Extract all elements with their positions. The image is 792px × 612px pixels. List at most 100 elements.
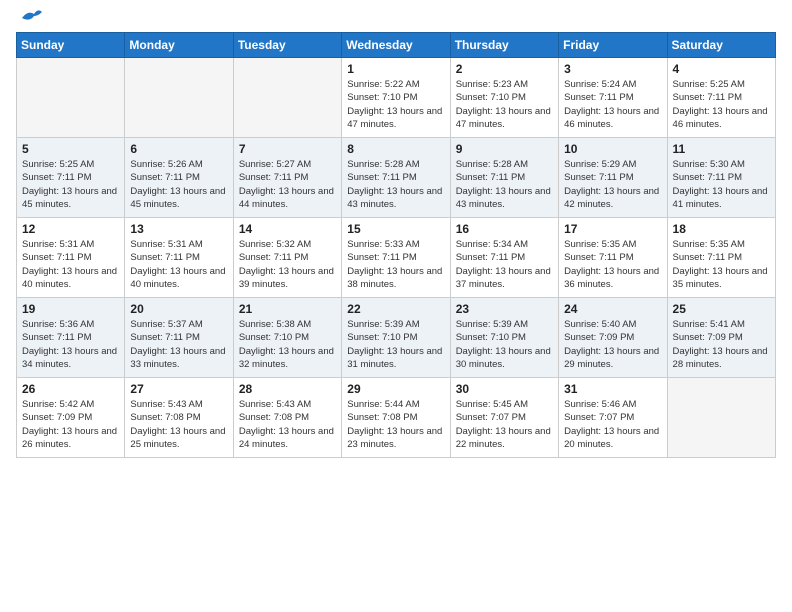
calendar-cell: 22 Sunrise: 5:39 AM Sunset: 7:10 PM Dayli… bbox=[342, 298, 450, 378]
calendar-cell: 25Sunrise: 5:41 AM Sunset: 7:09 PM Dayli… bbox=[667, 298, 775, 378]
day-number: 6 bbox=[130, 142, 227, 156]
day-info: Sunrise: 5:45 AM Sunset: 7:07 PM Dayligh… bbox=[456, 398, 553, 451]
day-number: 7 bbox=[239, 142, 336, 156]
calendar-cell: 6 Sunrise: 5:26 AM Sunset: 7:11 PM Daylig… bbox=[125, 138, 233, 218]
day-number: 9 bbox=[456, 142, 553, 156]
day-number: 12 bbox=[22, 222, 119, 236]
week-row-2: 5 Sunrise: 5:25 AM Sunset: 7:11 PM Daylig… bbox=[17, 138, 776, 218]
calendar-cell: 15 Sunrise: 5:33 AM Sunset: 7:11 PM Dayli… bbox=[342, 218, 450, 298]
calendar-cell: 4 Sunrise: 5:25 AM Sunset: 7:11 PM Daylig… bbox=[667, 58, 775, 138]
calendar-cell bbox=[125, 58, 233, 138]
calendar-table: SundayMondayTuesdayWednesdayThursdayFrid… bbox=[16, 32, 776, 458]
calendar-cell: 31 Sunrise: 5:46 AM Sunset: 7:07 PM Dayli… bbox=[559, 378, 667, 458]
weekday-header-row: SundayMondayTuesdayWednesdayThursdayFrid… bbox=[17, 33, 776, 58]
calendar-cell bbox=[667, 378, 775, 458]
weekday-header-friday: Friday bbox=[559, 33, 667, 58]
weekday-header-sunday: Sunday bbox=[17, 33, 125, 58]
day-info: Sunrise: 5:34 AM Sunset: 7:11 PM Dayligh… bbox=[456, 238, 553, 291]
day-number: 10 bbox=[564, 142, 661, 156]
day-number: 31 bbox=[564, 382, 661, 396]
day-info: Sunrise: 5:46 AM Sunset: 7:07 PM Dayligh… bbox=[564, 398, 661, 451]
calendar-cell: 13Sunrise: 5:31 AM Sunset: 7:11 PM Dayli… bbox=[125, 218, 233, 298]
day-info: Sunrise: 5:37 AM Sunset: 7:11 PM Dayligh… bbox=[130, 318, 227, 371]
calendar-cell: 1Sunrise: 5:22 AM Sunset: 7:10 PM Daylig… bbox=[342, 58, 450, 138]
calendar-cell: 2Sunrise: 5:23 AM Sunset: 7:10 PM Daylig… bbox=[450, 58, 558, 138]
calendar-cell: 11 Sunrise: 5:30 AM Sunset: 7:11 PM Dayli… bbox=[667, 138, 775, 218]
calendar-cell: 19Sunrise: 5:36 AM Sunset: 7:11 PM Dayli… bbox=[17, 298, 125, 378]
day-number: 27 bbox=[130, 382, 227, 396]
calendar-cell: 27 Sunrise: 5:43 AM Sunset: 7:08 PM Dayli… bbox=[125, 378, 233, 458]
day-number: 30 bbox=[456, 382, 553, 396]
calendar-cell: 3Sunrise: 5:24 AM Sunset: 7:11 PM Daylig… bbox=[559, 58, 667, 138]
day-number: 4 bbox=[673, 62, 770, 76]
calendar-cell: 8 Sunrise: 5:28 AM Sunset: 7:11 PM Daylig… bbox=[342, 138, 450, 218]
calendar-cell: 16 Sunrise: 5:34 AM Sunset: 7:11 PM Dayli… bbox=[450, 218, 558, 298]
day-number: 22 bbox=[347, 302, 444, 316]
day-info: Sunrise: 5:35 AM Sunset: 7:11 PM Dayligh… bbox=[564, 238, 661, 291]
week-row-4: 19Sunrise: 5:36 AM Sunset: 7:11 PM Dayli… bbox=[17, 298, 776, 378]
day-number: 16 bbox=[456, 222, 553, 236]
day-info: Sunrise: 5:32 AM Sunset: 7:11 PM Dayligh… bbox=[239, 238, 336, 291]
day-number: 18 bbox=[673, 222, 770, 236]
day-number: 19 bbox=[22, 302, 119, 316]
day-number: 24 bbox=[564, 302, 661, 316]
weekday-header-tuesday: Tuesday bbox=[233, 33, 341, 58]
day-info: Sunrise: 5:27 AM Sunset: 7:11 PM Dayligh… bbox=[239, 158, 336, 211]
day-info: Sunrise: 5:35 AM Sunset: 7:11 PM Dayligh… bbox=[673, 238, 770, 291]
day-info: Sunrise: 5:38 AM Sunset: 7:10 PM Dayligh… bbox=[239, 318, 336, 371]
page-header bbox=[16, 16, 776, 24]
day-number: 11 bbox=[673, 142, 770, 156]
day-info: Sunrise: 5:26 AM Sunset: 7:11 PM Dayligh… bbox=[130, 158, 227, 211]
calendar-cell: 7 Sunrise: 5:27 AM Sunset: 7:11 PM Daylig… bbox=[233, 138, 341, 218]
calendar-cell: 23 Sunrise: 5:39 AM Sunset: 7:10 PM Dayli… bbox=[450, 298, 558, 378]
day-info: Sunrise: 5:33 AM Sunset: 7:11 PM Dayligh… bbox=[347, 238, 444, 291]
day-info: Sunrise: 5:31 AM Sunset: 7:11 PM Dayligh… bbox=[130, 238, 227, 291]
weekday-header-monday: Monday bbox=[125, 33, 233, 58]
week-row-3: 12 Sunrise: 5:31 AM Sunset: 7:11 PM Dayli… bbox=[17, 218, 776, 298]
weekday-header-saturday: Saturday bbox=[667, 33, 775, 58]
day-number: 26 bbox=[22, 382, 119, 396]
day-info: Sunrise: 5:41 AM Sunset: 7:09 PM Dayligh… bbox=[673, 318, 770, 371]
day-info: Sunrise: 5:24 AM Sunset: 7:11 PM Dayligh… bbox=[564, 78, 661, 131]
day-number: 20 bbox=[130, 302, 227, 316]
calendar-cell: 17Sunrise: 5:35 AM Sunset: 7:11 PM Dayli… bbox=[559, 218, 667, 298]
day-number: 28 bbox=[239, 382, 336, 396]
week-row-1: 1Sunrise: 5:22 AM Sunset: 7:10 PM Daylig… bbox=[17, 58, 776, 138]
day-info: Sunrise: 5:23 AM Sunset: 7:10 PM Dayligh… bbox=[456, 78, 553, 131]
calendar-cell: 5 Sunrise: 5:25 AM Sunset: 7:11 PM Daylig… bbox=[17, 138, 125, 218]
day-info: Sunrise: 5:25 AM Sunset: 7:11 PM Dayligh… bbox=[673, 78, 770, 131]
day-number: 8 bbox=[347, 142, 444, 156]
day-number: 15 bbox=[347, 222, 444, 236]
calendar-cell: 9Sunrise: 5:28 AM Sunset: 7:11 PM Daylig… bbox=[450, 138, 558, 218]
logo bbox=[16, 16, 42, 24]
logo-bird-icon bbox=[20, 8, 42, 24]
day-info: Sunrise: 5:31 AM Sunset: 7:11 PM Dayligh… bbox=[22, 238, 119, 291]
week-row-5: 26 Sunrise: 5:42 AM Sunset: 7:09 PM Dayli… bbox=[17, 378, 776, 458]
calendar-cell: 18 Sunrise: 5:35 AM Sunset: 7:11 PM Dayli… bbox=[667, 218, 775, 298]
day-info: Sunrise: 5:29 AM Sunset: 7:11 PM Dayligh… bbox=[564, 158, 661, 211]
day-info: Sunrise: 5:39 AM Sunset: 7:10 PM Dayligh… bbox=[347, 318, 444, 371]
day-number: 5 bbox=[22, 142, 119, 156]
weekday-header-wednesday: Wednesday bbox=[342, 33, 450, 58]
day-number: 21 bbox=[239, 302, 336, 316]
calendar-cell bbox=[17, 58, 125, 138]
weekday-header-thursday: Thursday bbox=[450, 33, 558, 58]
day-info: Sunrise: 5:30 AM Sunset: 7:11 PM Dayligh… bbox=[673, 158, 770, 211]
day-info: Sunrise: 5:25 AM Sunset: 7:11 PM Dayligh… bbox=[22, 158, 119, 211]
day-number: 23 bbox=[456, 302, 553, 316]
day-info: Sunrise: 5:43 AM Sunset: 7:08 PM Dayligh… bbox=[130, 398, 227, 451]
calendar-cell: 28 Sunrise: 5:43 AM Sunset: 7:08 PM Dayli… bbox=[233, 378, 341, 458]
calendar-cell: 10 Sunrise: 5:29 AM Sunset: 7:11 PM Dayli… bbox=[559, 138, 667, 218]
calendar-cell: 30 Sunrise: 5:45 AM Sunset: 7:07 PM Dayli… bbox=[450, 378, 558, 458]
day-info: Sunrise: 5:28 AM Sunset: 7:11 PM Dayligh… bbox=[347, 158, 444, 211]
day-info: Sunrise: 5:39 AM Sunset: 7:10 PM Dayligh… bbox=[456, 318, 553, 371]
calendar-cell: 12 Sunrise: 5:31 AM Sunset: 7:11 PM Dayli… bbox=[17, 218, 125, 298]
calendar-cell: 26 Sunrise: 5:42 AM Sunset: 7:09 PM Dayli… bbox=[17, 378, 125, 458]
day-info: Sunrise: 5:42 AM Sunset: 7:09 PM Dayligh… bbox=[22, 398, 119, 451]
day-info: Sunrise: 5:22 AM Sunset: 7:10 PM Dayligh… bbox=[347, 78, 444, 131]
calendar-cell bbox=[233, 58, 341, 138]
day-info: Sunrise: 5:43 AM Sunset: 7:08 PM Dayligh… bbox=[239, 398, 336, 451]
day-number: 14 bbox=[239, 222, 336, 236]
day-number: 29 bbox=[347, 382, 444, 396]
calendar-cell: 24Sunrise: 5:40 AM Sunset: 7:09 PM Dayli… bbox=[559, 298, 667, 378]
